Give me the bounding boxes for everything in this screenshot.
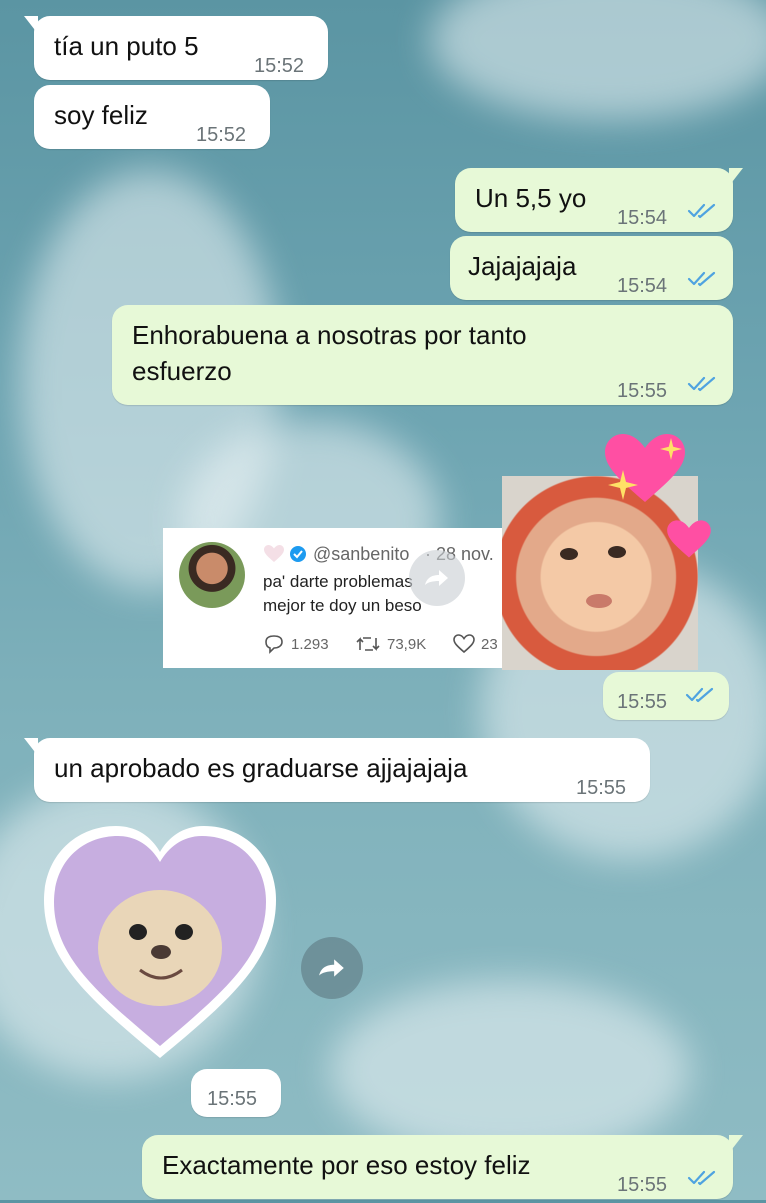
bubble-tail	[24, 738, 38, 756]
incoming-message[interactable]: soy feliz 15:52	[34, 85, 270, 149]
retweet-icon	[356, 637, 380, 651]
tweet-handle: @sanbenito	[313, 544, 410, 564]
sticker-message[interactable]	[40, 820, 280, 1065]
sparkle-icon	[660, 438, 682, 460]
bubble-tail	[729, 1135, 743, 1153]
message-text: Jajajajaja	[468, 251, 577, 281]
forward-button[interactable]	[301, 937, 363, 999]
message-time: 15:55	[617, 1174, 668, 1196]
tweet-text-line1: pa' darte problemas	[263, 572, 413, 591]
heart-icon	[667, 520, 711, 558]
baby-eye	[560, 548, 578, 560]
dog-heart-sticker	[44, 826, 276, 1058]
sticker-time-pill: 15:55	[603, 672, 729, 720]
like-icon	[453, 634, 475, 654]
incoming-message[interactable]: tía un puto 5 15:52	[24, 16, 328, 80]
message-time: 15:52	[254, 55, 305, 77]
message-text-line1: Enhorabuena a nosotras por tanto	[132, 320, 527, 350]
tweet-text-line2: mejor te doy un beso	[263, 596, 422, 615]
verified-icon	[290, 546, 306, 562]
tweet-reply-count: 1.293	[291, 636, 329, 653]
double-check-icon	[687, 1170, 716, 1186]
outgoing-message[interactable]: Jajajajaja 15:54	[450, 236, 733, 300]
message-time: 15:55	[617, 691, 668, 713]
forward-icon	[319, 959, 344, 977]
heart-icon	[264, 545, 284, 562]
outgoing-message[interactable]: Enhorabuena a nosotras por tanto esfuerz…	[112, 305, 733, 405]
message-text: Un 5,5 yo	[475, 183, 587, 213]
message-text: Exactamente por eso estoy feliz	[162, 1150, 531, 1180]
double-check-icon	[687, 271, 716, 287]
message-time: 15:54	[617, 275, 668, 297]
tweet-forward-overlay	[409, 550, 465, 606]
double-check-icon	[687, 376, 716, 392]
message-text: soy feliz	[54, 100, 148, 130]
message-time: 15:52	[196, 124, 247, 146]
message-text-line2: esfuerzo	[132, 356, 232, 386]
tweet-like-count: 23	[481, 636, 498, 653]
tweet-screenshot: @sanbenito · 28 nov. pa' darte problemas…	[163, 528, 505, 668]
message-time: 15:55	[617, 380, 668, 402]
sticker-message[interactable]: @sanbenito · 28 nov. pa' darte problemas…	[160, 430, 720, 670]
sparkle-icon	[608, 470, 638, 500]
forward-icon	[425, 570, 448, 586]
avatar	[179, 542, 245, 608]
message-time: 15:55	[576, 777, 627, 799]
bubble-tail	[729, 168, 743, 186]
message-text: un aprobado es graduarse ajjajajaja	[54, 753, 468, 783]
bubble-tail	[24, 16, 38, 34]
double-check-icon	[687, 203, 716, 219]
baby-eye	[608, 546, 626, 558]
baby-mouth	[586, 594, 612, 608]
double-check-icon	[685, 687, 714, 703]
message-time: 15:54	[617, 207, 668, 229]
incoming-message[interactable]: un aprobado es graduarse ajjajajaja 15:5…	[24, 738, 650, 802]
outgoing-message[interactable]: Un 5,5 yo 15:54	[455, 168, 743, 232]
sticker-time-pill: 15:55	[191, 1069, 281, 1117]
reply-icon	[265, 635, 283, 654]
outgoing-message[interactable]: Exactamente por eso estoy feliz 15:55	[142, 1135, 743, 1199]
message-time: 15:55	[207, 1088, 258, 1110]
message-text: tía un puto 5	[54, 31, 199, 61]
tweet-retweet-count: 73,9K	[387, 636, 427, 653]
